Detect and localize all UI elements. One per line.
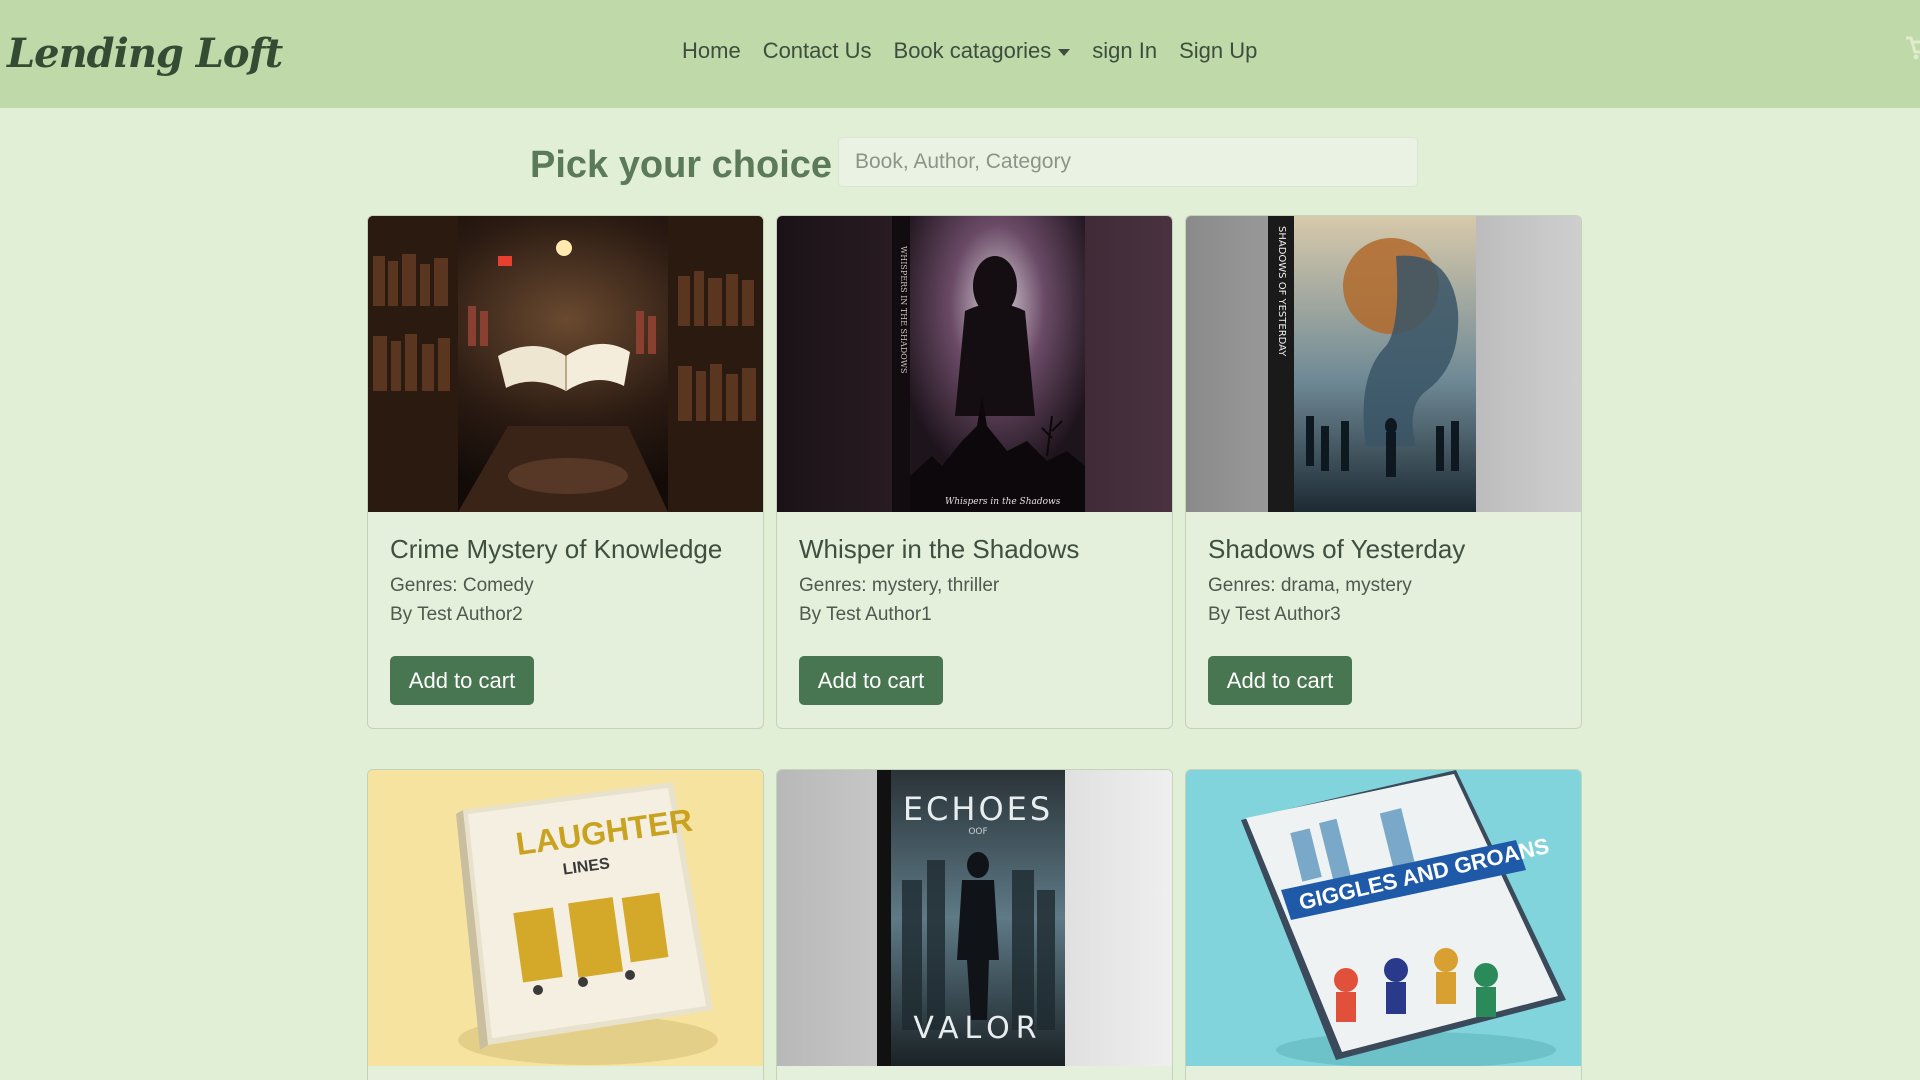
book-author: By Test Author2 <box>390 604 523 625</box>
book-author: By Test Author1 <box>799 604 932 625</box>
nav-home[interactable]: Home <box>682 38 741 64</box>
nav-sign-up[interactable]: Sign Up <box>1179 38 1257 64</box>
book-cover-image[interactable]: ECHOES OOF VALOR <box>777 770 1172 1066</box>
search-input[interactable] <box>838 137 1418 187</box>
book-title[interactable]: Shadows of Yesterday <box>1208 534 1559 565</box>
book-card: Crime Mystery of Knowledge Genres: Comed… <box>367 215 764 729</box>
book-cover-image[interactable] <box>368 216 763 512</box>
cover-title: ECHOES <box>903 790 1053 828</box>
book-genres: Genres: mystery, thriller <box>799 575 1000 596</box>
book-cover-image[interactable]: SHADOWS OF YESTERDAY <box>1186 216 1581 512</box>
book-cover-image[interactable]: WHISPERS IN THE SHADOWS Whispers in the … <box>777 216 1172 512</box>
book-card: WHISPERS IN THE SHADOWS Whispers in the … <box>776 215 1173 729</box>
nav-sign-in[interactable]: sign In <box>1092 38 1157 64</box>
book-genres: Genres: drama, mystery <box>1208 575 1412 596</box>
book-cover-image[interactable]: GIGGLES AND GROANS <box>1186 770 1581 1066</box>
book-card: ECHOES OOF VALOR <box>776 769 1173 1080</box>
navbar: Lending Loft Home Contact Us Book catago… <box>0 0 1920 108</box>
brand-logo[interactable]: Lending Loft <box>7 30 283 77</box>
book-title[interactable]: Crime Mystery of Knowledge <box>390 534 741 565</box>
book-author: By Test Author3 <box>1208 604 1341 625</box>
cover-spine-text: WHISPERS IN THE SHADOWS <box>899 246 908 373</box>
book-card: SHADOWS OF YESTERDAY Shadows of Yesterda… <box>1185 215 1582 729</box>
book-card: GIGGLES AND GROANS <box>1185 769 1582 1080</box>
nav-categories-label: Book catagories <box>893 38 1052 63</box>
cover-of: OOF <box>968 827 987 837</box>
nav-categories-dropdown[interactable]: Book catagories <box>894 38 1071 64</box>
nav-contact[interactable]: Contact Us <box>763 38 872 64</box>
book-card: LAUGHTER LINES <box>367 769 764 1080</box>
add-to-cart-button[interactable]: Add to cart <box>390 656 534 705</box>
add-to-cart-button[interactable]: Add to cart <box>799 656 943 705</box>
nav-links: Home Contact Us Book catagories sign In … <box>682 38 1257 64</box>
cover-spine-text: SHADOWS OF YESTERDAY <box>1276 226 1287 357</box>
caret-down-icon <box>1058 48 1071 56</box>
add-to-cart-button[interactable]: Add to cart <box>1208 656 1352 705</box>
book-card-body: Crime Mystery of Knowledge Genres: Comed… <box>368 512 763 728</box>
book-card-body: Whisper in the Shadows Genres: mystery, … <box>777 512 1172 728</box>
cover-bottom-title: VALOR <box>913 1011 1042 1046</box>
book-title[interactable]: Whisper in the Shadows <box>799 534 1150 565</box>
page-heading: Pick your choice <box>530 144 833 186</box>
book-card-body: Shadows of Yesterday Genres: drama, myst… <box>1186 512 1581 728</box>
book-genres: Genres: Comedy <box>390 575 534 596</box>
book-cover-image[interactable]: LAUGHTER LINES <box>368 770 763 1066</box>
cover-text: Whispers in the Shadows <box>945 497 1061 507</box>
cart-icon[interactable] <box>1904 32 1920 62</box>
